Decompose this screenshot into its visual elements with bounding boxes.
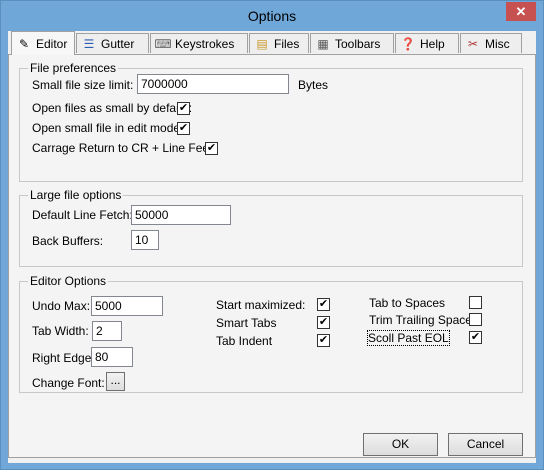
trim-trailing-checkbox[interactable] <box>469 313 482 326</box>
options-window: Options ✕ ✎ Editor ☰ Gutter ⌨ Keystrokes… <box>0 0 544 470</box>
ok-button[interactable]: OK <box>363 433 438 456</box>
undo-max-input[interactable] <box>91 296 163 316</box>
start-maximized-label: Start maximized: <box>216 298 306 312</box>
trim-trailing-label: Trim Trailing Spaces <box>369 313 478 327</box>
open-small-label: Open files as small by default: <box>32 101 193 115</box>
scroll-past-eol-checkbox[interactable]: ✔ <box>469 331 482 344</box>
tab-width-input[interactable] <box>92 321 122 341</box>
small-size-input[interactable] <box>137 74 289 94</box>
undo-max-label: Undo Max: <box>32 299 91 313</box>
keyboard-icon: ⌨ <box>154 36 172 51</box>
cancel-button[interactable]: Cancel <box>448 433 523 456</box>
line-fetch-input[interactable] <box>131 205 231 225</box>
tab-to-spaces-label: Tab to Spaces <box>369 296 446 310</box>
tab-to-spaces-checkbox[interactable] <box>469 296 482 309</box>
crlf-checkbox[interactable]: ✔ <box>205 142 218 155</box>
pencil-icon: ✎ <box>18 36 30 51</box>
close-button[interactable]: ✕ <box>506 2 536 21</box>
tab-width-label: Tab Width: <box>32 324 89 338</box>
open-edit-label: Open small file in edit mode: <box>32 121 184 135</box>
tab-misc[interactable]: ✂ Misc <box>460 33 522 53</box>
tab-indent-checkbox[interactable]: ✔ <box>317 334 330 347</box>
tab-keystrokes[interactable]: ⌨ Keystrokes <box>150 33 248 53</box>
files-icon: ▤ <box>256 36 268 51</box>
tab-help[interactable]: ❓ Help <box>395 33 459 53</box>
file-preferences-group: File preferences Small file size limit: … <box>19 61 523 182</box>
right-edge-label: Right Edge: <box>32 351 95 365</box>
dialog-client: ✎ Editor ☰ Gutter ⌨ Keystrokes ▤ Files ▦… <box>8 31 536 463</box>
smart-tabs-checkbox[interactable]: ✔ <box>317 316 330 329</box>
change-font-button[interactable]: ... <box>106 372 125 391</box>
editor-options-group: Editor Options Undo Max: Tab Width: Righ… <box>19 274 523 393</box>
help-icon: ❓ <box>400 36 416 51</box>
start-maximized-checkbox[interactable]: ✔ <box>317 298 330 311</box>
tab-editor[interactable]: ✎ Editor <box>11 31 75 55</box>
open-edit-checkbox[interactable]: ✔ <box>177 122 190 135</box>
toolbars-icon: ▦ <box>317 36 329 51</box>
window-title: Options <box>247 8 297 24</box>
tab-strip: ✎ Editor ☰ Gutter ⌨ Keystrokes ▤ Files ▦… <box>8 31 536 55</box>
line-fetch-label: Default Line Fetch: <box>32 208 133 222</box>
bytes-label: Bytes <box>298 78 329 92</box>
tab-indent-label: Tab Indent <box>216 334 273 348</box>
tab-gutter[interactable]: ☰ Gutter <box>76 33 149 53</box>
tab-files[interactable]: ▤ Files <box>249 33 309 53</box>
scroll-past-eol-label: Scoll Past EOL <box>367 330 450 346</box>
back-buffers-input[interactable] <box>131 230 159 250</box>
open-small-checkbox[interactable]: ✔ <box>177 102 190 115</box>
tab-toolbars[interactable]: ▦ Toolbars <box>310 33 394 53</box>
crlf-label: Carrage Return to CR + Line Feed <box>32 141 216 155</box>
gutter-icon: ☰ <box>83 36 95 51</box>
right-edge-input[interactable] <box>91 347 133 367</box>
large-file-legend: Large file options <box>28 188 124 202</box>
large-file-group: Large file options Default Line Fetch: B… <box>19 188 523 267</box>
title-bar[interactable]: Options ✕ <box>1 1 543 31</box>
back-buffers-label: Back Buffers: <box>32 234 104 248</box>
tools-icon: ✂ <box>467 36 479 51</box>
smart-tabs-label: Smart Tabs <box>216 316 277 330</box>
tab-panel-editor: File preferences Small file size limit: … <box>8 54 536 458</box>
editor-options-legend: Editor Options <box>28 274 109 288</box>
close-icon: ✕ <box>515 4 527 19</box>
small-size-label: Small file size limit: <box>32 78 134 92</box>
file-preferences-legend: File preferences <box>28 61 119 75</box>
change-font-label: Change Font: <box>32 376 105 390</box>
